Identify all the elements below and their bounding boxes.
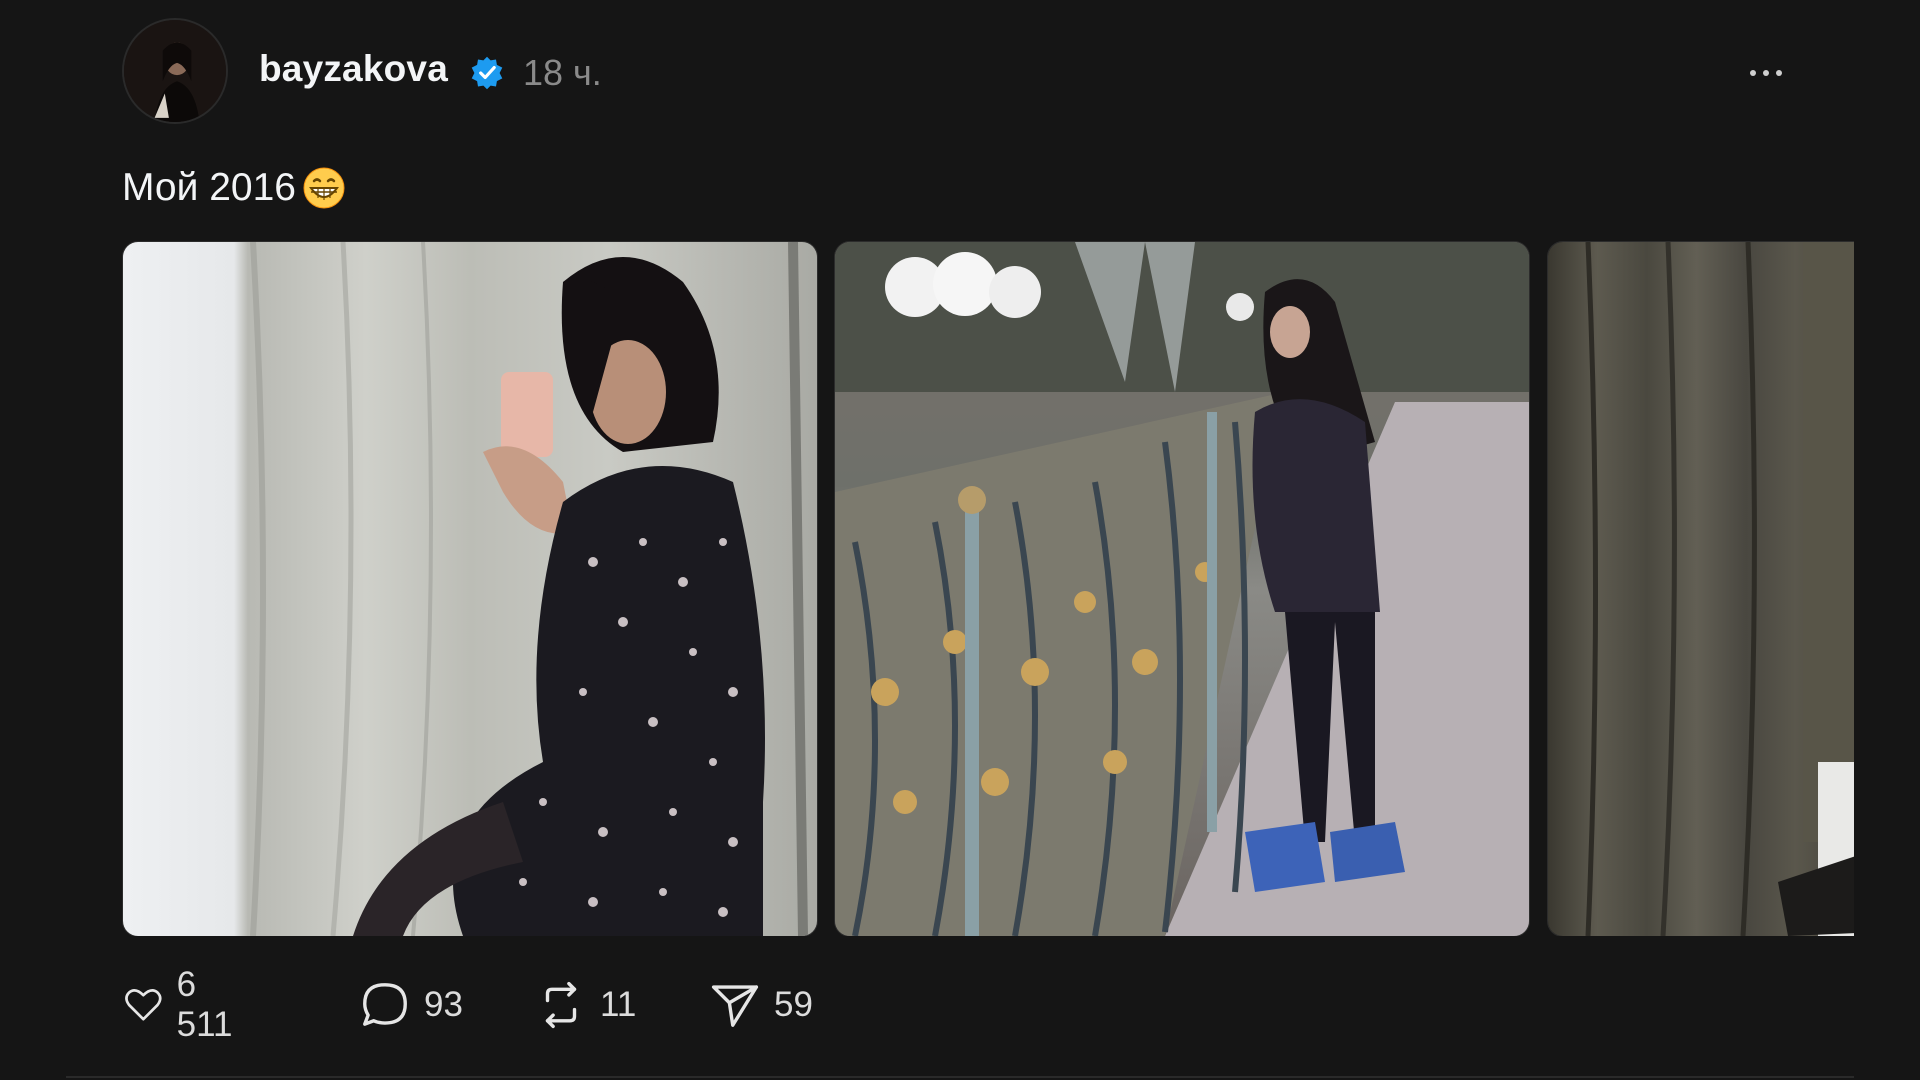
post-timestamp[interactable]: 18 ч. <box>523 52 602 94</box>
repost-count: 11 <box>600 985 637 1024</box>
like-button[interactable]: 6 511 <box>122 965 244 1044</box>
avatar-image <box>124 20 226 122</box>
verified-badge-icon <box>471 56 503 90</box>
grinning-face-emoji-icon <box>303 167 345 209</box>
fountain-park-photo[interactable] <box>834 241 1530 936</box>
photo-image <box>835 242 1529 936</box>
share-count: 59 <box>774 985 813 1024</box>
author-username[interactable]: bayzakova <box>259 48 448 90</box>
more-dot-icon <box>1750 70 1756 76</box>
comment-icon <box>363 983 407 1026</box>
caption-text: Мой 2016 <box>122 166 296 209</box>
more-dot-icon <box>1763 70 1769 76</box>
photo-image <box>123 242 817 936</box>
post-caption: Мой 2016 <box>122 166 346 210</box>
curtain-photo[interactable] <box>1547 241 1854 936</box>
send-icon <box>711 985 759 1027</box>
comment-count: 93 <box>424 985 463 1024</box>
more-dot-icon <box>1776 70 1782 76</box>
thread-post: bayzakova 18 ч. Мой 2016 6 511 93 11 59 <box>0 0 1920 1080</box>
comment-button[interactable]: 93 <box>358 975 463 1035</box>
author-avatar[interactable] <box>122 18 228 124</box>
photo-image <box>1548 242 1854 936</box>
repost-button[interactable]: 11 <box>534 975 636 1035</box>
media-carousel[interactable] <box>122 241 1854 936</box>
like-count: 6 511 <box>176 965 233 1044</box>
more-options-button[interactable] <box>1750 58 1790 88</box>
repost-icon <box>545 981 577 1029</box>
mirror-selfie-photo[interactable] <box>122 241 818 936</box>
share-button[interactable]: 59 <box>708 975 813 1035</box>
post-divider <box>66 1076 1854 1078</box>
heart-icon <box>125 989 162 1021</box>
